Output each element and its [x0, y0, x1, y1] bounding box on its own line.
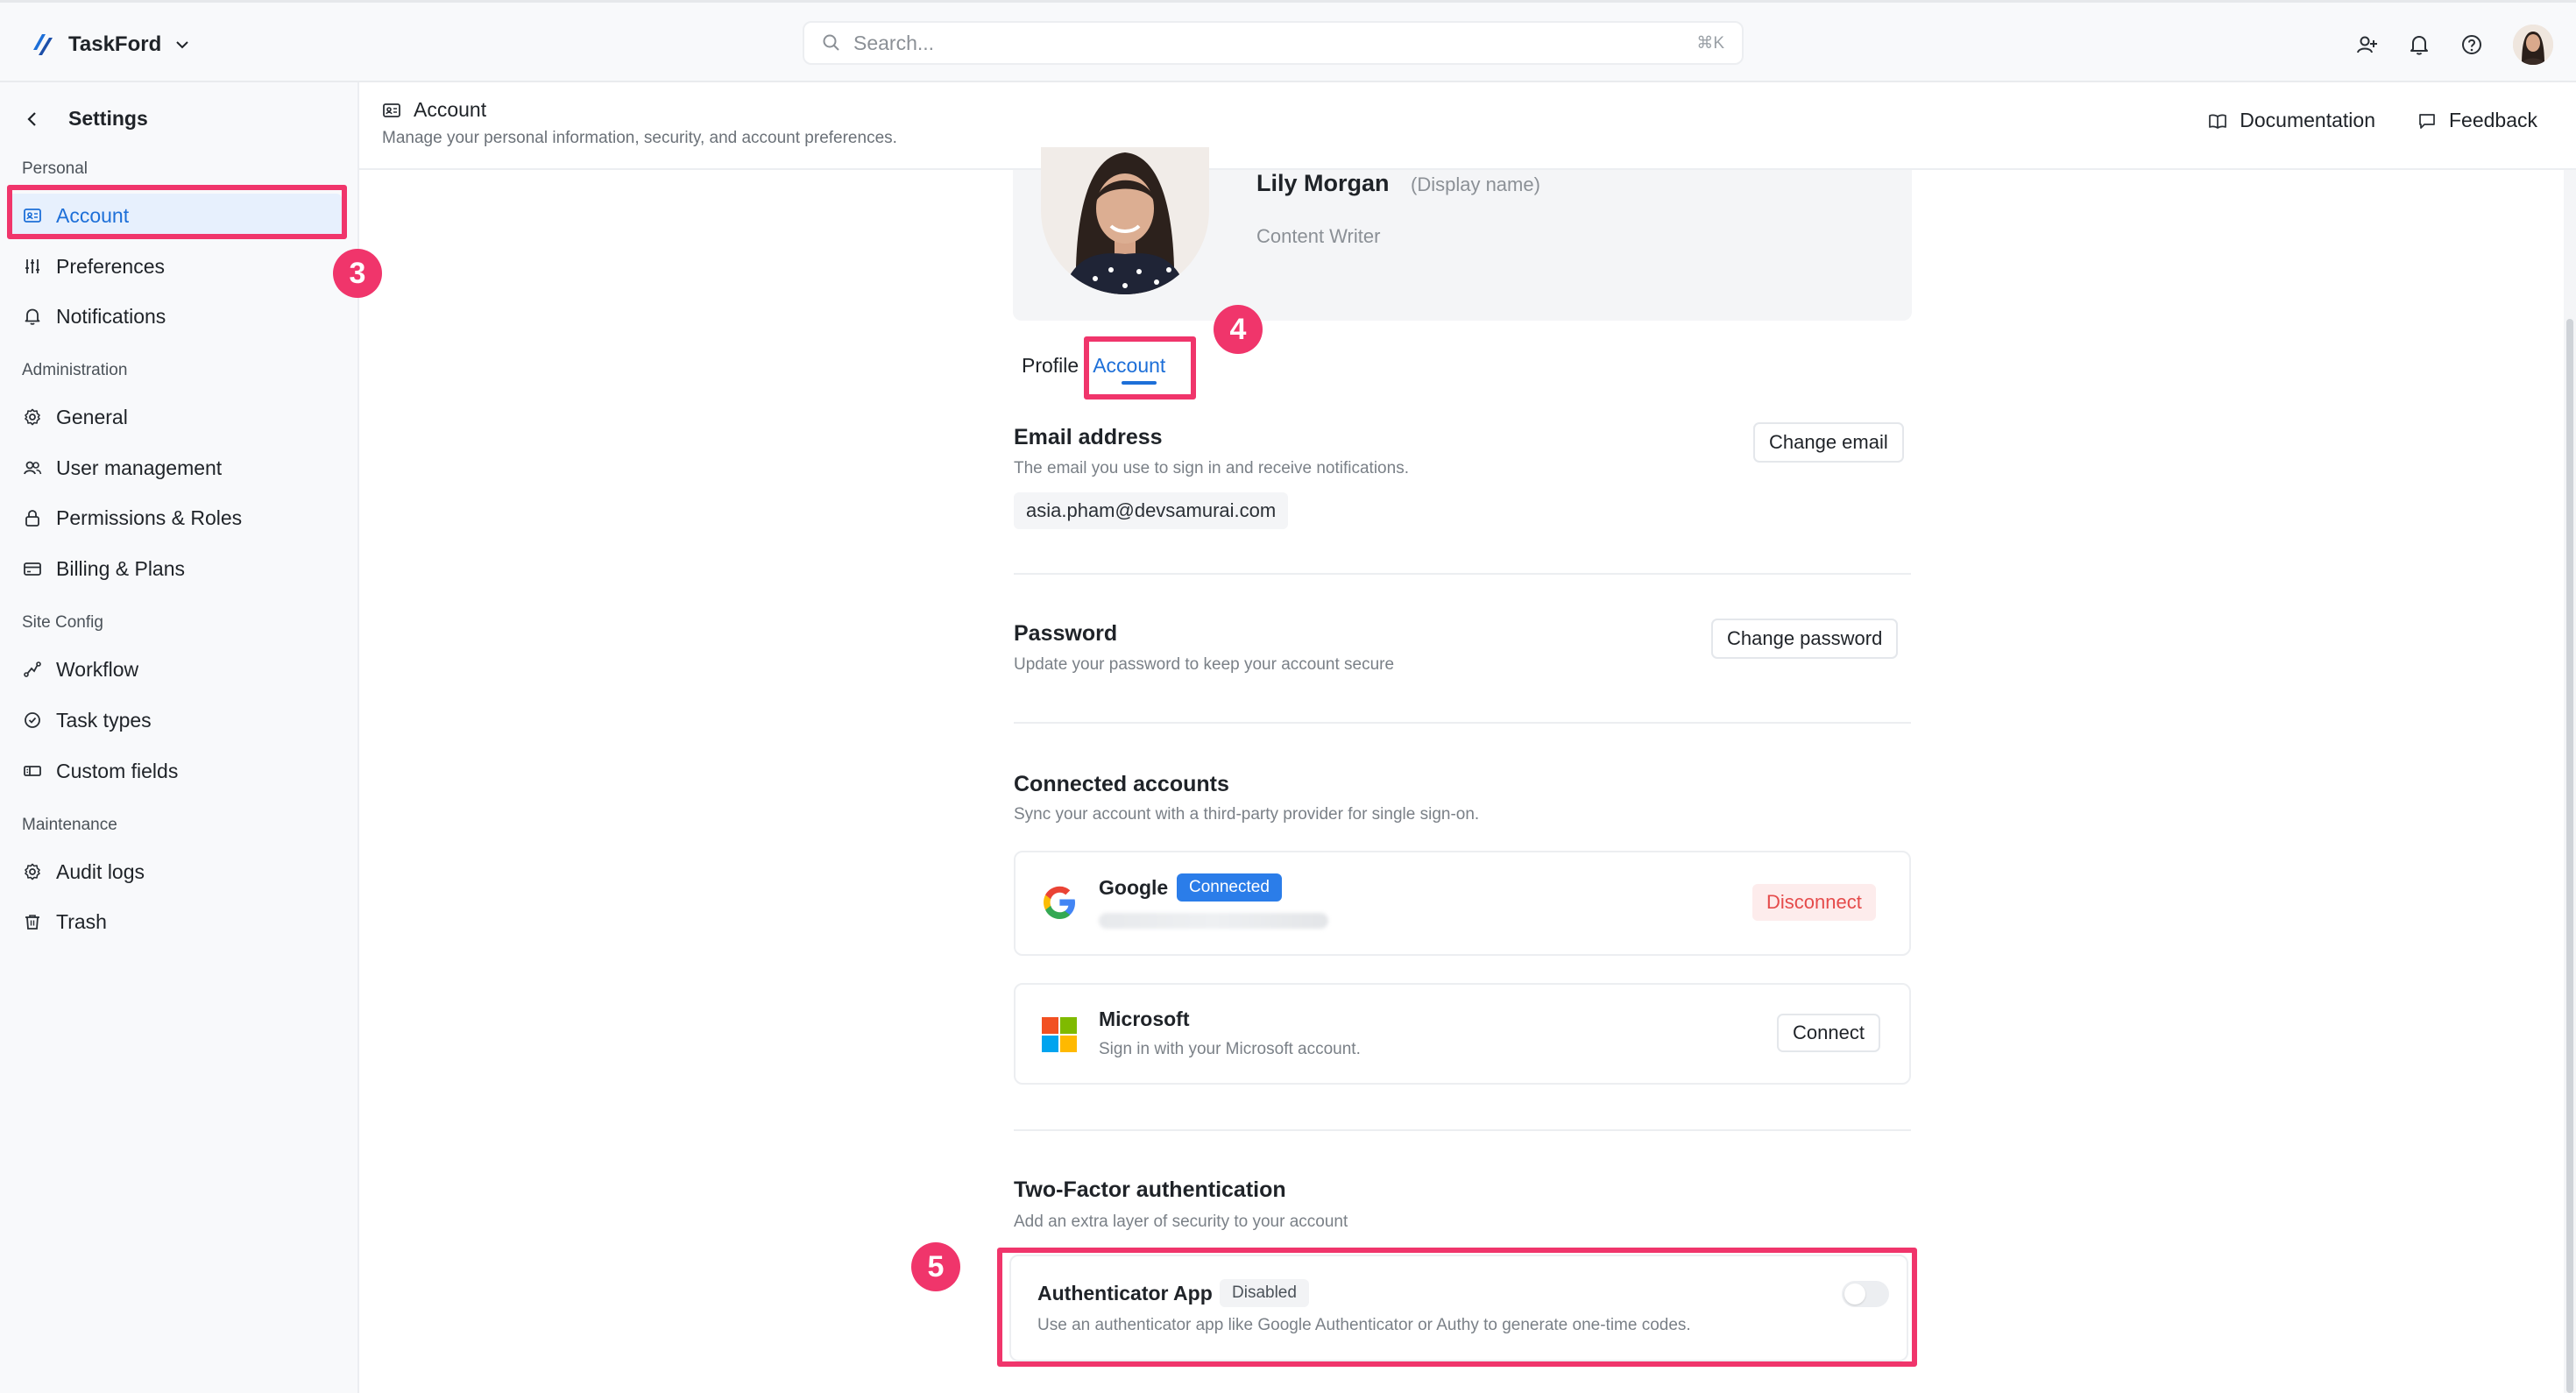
taskford-logo-icon	[33, 34, 53, 55]
users-icon	[24, 461, 42, 475]
change-email-button[interactable]: Change email	[1753, 422, 1904, 463]
avatar[interactable]	[2513, 25, 2553, 65]
step-badge-4: 4	[1214, 305, 1263, 354]
tfa-section-title: Two-Factor authentication	[1014, 1177, 1286, 1202]
email-section-desc: The email you use to sign in and receive…	[1014, 459, 1409, 477]
microsoft-name: Microsoft	[1099, 1008, 1190, 1030]
highlight-box-account-tab	[1084, 336, 1196, 400]
search-input[interactable]: Search... ⌘K	[803, 21, 1744, 65]
sidebar-item-user-management[interactable]: User management	[9, 446, 342, 490]
search-icon	[823, 34, 839, 51]
lock-icon	[25, 510, 39, 527]
settings-title: Settings	[68, 107, 148, 130]
sidebar-item-general[interactable]: General	[9, 395, 342, 439]
google-logo-icon	[1044, 886, 1075, 919]
sidebar-item-label: Trash	[56, 909, 107, 933]
sidebar-item-trash[interactable]: Trash	[9, 900, 342, 944]
display-name-hint: (Display name)	[1411, 173, 1540, 195]
section-maintenance: Maintenance	[22, 816, 117, 834]
sidebar-item-label: Billing & Plans	[56, 556, 186, 580]
step-badge-3: 3	[333, 249, 382, 298]
connected-badge: Connected	[1177, 873, 1282, 902]
sidebar-item-label: Preferences	[56, 254, 166, 278]
sliders-icon	[25, 259, 39, 273]
trash-icon	[25, 915, 39, 930]
help-icon[interactable]	[2460, 33, 2483, 56]
chevron-down-icon	[176, 41, 188, 49]
back-arrow-icon[interactable]	[23, 110, 42, 129]
sidebar-item-workflow[interactable]: Workflow	[9, 647, 342, 691]
highlight-box-authenticator	[997, 1248, 1917, 1367]
documentation-link[interactable]: Documentation	[2208, 109, 2375, 132]
microsoft-logo-icon	[1042, 1017, 1077, 1052]
message-square-icon	[2419, 113, 2435, 129]
password-section-title: Password	[1014, 621, 1118, 646]
top-bar: TaskFord Search... ⌘K	[0, 0, 2576, 82]
book-icon	[2209, 113, 2227, 129]
section-personal: Personal	[22, 159, 88, 178]
step-badge-5: 5	[911, 1242, 960, 1291]
profile-name: Lily Morgan	[1256, 170, 1390, 196]
workflow-icon	[24, 661, 41, 677]
sidebar-item-label: General	[56, 405, 128, 428]
sidebar-item-custom-fields[interactable]: Custom fields	[9, 749, 342, 793]
page-header: Account Manage your personal information…	[359, 82, 2576, 170]
divider	[1014, 1129, 1911, 1131]
add-user-icon[interactable]	[2355, 33, 2378, 56]
divider	[1014, 573, 1911, 575]
email-value: asia.pham@devsamurai.com	[1014, 492, 1289, 529]
page-subtitle: Manage your personal information, securi…	[382, 129, 897, 147]
sidebar-item-label: Permissions & Roles	[56, 506, 243, 529]
profile-role: Content Writer	[1256, 225, 1381, 247]
page-title: Account	[414, 98, 487, 121]
audit-gear-icon	[25, 863, 40, 880]
sidebar-item-label: Notifications	[56, 304, 166, 328]
disconnect-button[interactable]: Disconnect	[1752, 884, 1876, 921]
connected-section-title: Connected accounts	[1014, 772, 1229, 796]
sidebar-item-label: Task types	[56, 708, 152, 732]
bell-icon[interactable]	[2408, 33, 2431, 56]
connect-microsoft-button[interactable]: Connect	[1777, 1014, 1880, 1052]
section-site-config: Site Config	[22, 613, 103, 632]
feedback-label: Feedback	[2448, 109, 2537, 131]
google-email-blurred	[1099, 913, 1328, 929]
change-password-button[interactable]: Change password	[1711, 619, 1899, 659]
sidebar-item-label: Audit logs	[56, 859, 145, 883]
feedback-link[interactable]: Feedback	[2417, 109, 2537, 132]
workspace-name: TaskFord	[68, 32, 162, 56]
sidebar-item-preferences[interactable]: Preferences	[9, 244, 342, 288]
section-administration: Administration	[22, 361, 128, 379]
highlight-box-sidebar-account	[7, 185, 347, 239]
gear-icon	[25, 408, 40, 426]
workspace-switcher[interactable]: TaskFord	[28, 27, 191, 62]
email-section-title: Email address	[1014, 425, 1163, 449]
microsoft-desc: Sign in with your Microsoft account.	[1099, 1040, 1361, 1058]
tfa-section-desc: Add an extra layer of security to your a…	[1014, 1213, 1348, 1231]
divider	[1014, 722, 1911, 724]
sidebar-item-task-types[interactable]: Task types	[9, 698, 342, 742]
google-name: Google	[1099, 876, 1169, 899]
sidebar-item-audit-logs[interactable]: Audit logs	[9, 850, 342, 894]
search-placeholder: Search...	[853, 31, 935, 54]
credit-card-icon	[24, 562, 41, 576]
password-section-desc: Update your password to keep your accoun…	[1014, 655, 1395, 674]
sidebar-item-label: Workflow	[56, 657, 139, 681]
connected-section-desc: Sync your account with a third-party pro…	[1014, 805, 1480, 824]
tab-profile[interactable]: Profile	[1022, 354, 1079, 378]
scrollbar-thumb[interactable]	[2566, 319, 2573, 1393]
documentation-label: Documentation	[2240, 109, 2375, 131]
sidebar-item-label: User management	[56, 456, 223, 479]
check-circle-icon	[25, 712, 40, 728]
search-shortcut: ⌘K	[1696, 33, 1724, 53]
sidebar-item-label: Custom fields	[56, 759, 179, 782]
bell-icon	[25, 308, 40, 325]
sidebar-item-notifications[interactable]: Notifications	[9, 294, 342, 338]
sidebar-item-billing-plans[interactable]: Billing & Plans	[9, 547, 342, 590]
settings-sidebar: Settings Personal Account Preferences No…	[0, 82, 382, 1393]
id-card-icon	[383, 103, 400, 117]
sidebar-item-permissions-roles[interactable]: Permissions & Roles	[9, 496, 342, 540]
form-field-icon	[24, 766, 41, 776]
